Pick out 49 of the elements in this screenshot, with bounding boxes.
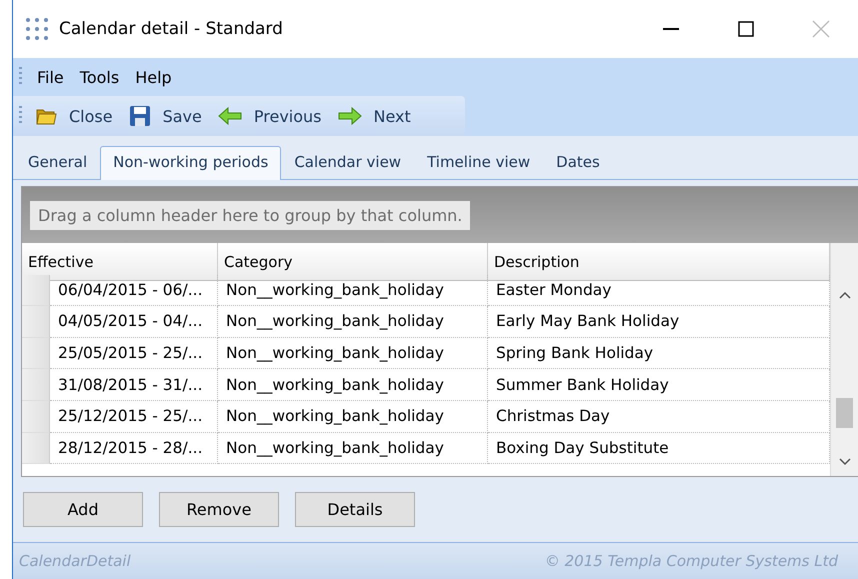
toolbar-button[interactable]: Save xyxy=(126,103,205,129)
column-header[interactable]: Category xyxy=(218,243,488,281)
action-button[interactable]: Remove xyxy=(159,492,279,527)
table-cell: 06/04/2015 - 06/... xyxy=(50,274,218,306)
row-selector[interactable] xyxy=(22,306,50,338)
copyright-text: © 2015 Templa Computer Systems Ltd xyxy=(544,552,838,570)
toolbar-button[interactable]: Close xyxy=(32,104,116,128)
right-arrow-icon xyxy=(338,107,362,125)
toolbar-button[interactable]: Next xyxy=(334,104,414,128)
table-cell: 25/12/2015 - 25/... xyxy=(50,400,218,433)
row-selector[interactable] xyxy=(22,400,50,433)
table-cell: Non__working_bank_holiday xyxy=(218,306,488,338)
tab[interactable]: Calendar view xyxy=(281,146,414,179)
window-title: Calendar detail - Standard xyxy=(59,19,284,39)
toolbar-button[interactable]: Previous xyxy=(214,104,324,128)
row-selector[interactable] xyxy=(22,274,50,306)
table-cell: Non__working_bank_holiday xyxy=(218,274,488,306)
row-selector[interactable] xyxy=(22,369,50,401)
tab[interactable]: General xyxy=(15,146,100,179)
tab[interactable]: Timeline view xyxy=(414,146,544,179)
tab[interactable]: Non-working periods xyxy=(100,146,282,180)
menu-item[interactable]: File xyxy=(36,68,65,86)
maximize-icon[interactable] xyxy=(738,21,754,37)
table-cell: 04/05/2015 - 04/... xyxy=(50,306,218,338)
table-cell: 31/08/2015 - 31/... xyxy=(50,369,218,401)
menu-item[interactable]: Tools xyxy=(78,68,120,86)
column-header[interactable]: Effective xyxy=(22,243,218,281)
close-icon[interactable] xyxy=(812,20,830,38)
table-cell: Non__working_bank_holiday xyxy=(218,369,488,401)
table-cell: Non__working_bank_holiday xyxy=(218,400,488,433)
left-arrow-icon xyxy=(218,107,242,125)
scroll-down-icon[interactable] xyxy=(838,458,850,466)
column-header[interactable]: Description xyxy=(488,243,830,281)
scrollbar-thumb[interactable] xyxy=(836,398,853,428)
action-button[interactable]: Add xyxy=(23,492,143,527)
minimize-icon[interactable] xyxy=(662,28,678,30)
scroll-up-icon[interactable] xyxy=(838,291,850,299)
row-selector[interactable] xyxy=(22,338,50,370)
row-selector[interactable] xyxy=(22,432,50,464)
tab[interactable]: Dates xyxy=(543,146,613,179)
table-cell: 25/05/2015 - 25/... xyxy=(50,338,218,370)
group-by-hint: Drag a column header here to group by that column. xyxy=(30,200,470,230)
action-button[interactable]: Details xyxy=(295,492,415,527)
table-cell: Non__working_bank_holiday xyxy=(218,432,488,464)
status-text: CalendarDetail xyxy=(19,552,131,570)
table-cell: 28/12/2015 - 28/... xyxy=(50,432,218,464)
app-grid-icon xyxy=(25,17,49,41)
menu-item[interactable]: Help xyxy=(134,68,173,86)
table-cell: Non__working_bank_holiday xyxy=(218,338,488,370)
